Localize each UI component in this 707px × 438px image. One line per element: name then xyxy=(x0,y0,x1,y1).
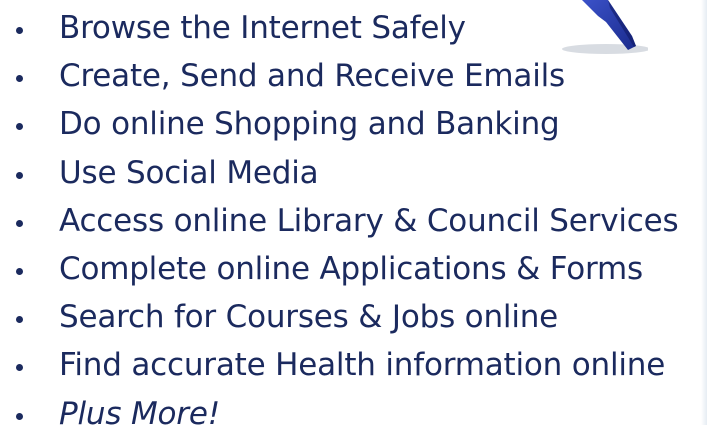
list-item-label: Create, Send and Receive Emails xyxy=(59,58,565,95)
list-item-label: Plus More! xyxy=(59,395,220,432)
bullet-icon xyxy=(16,27,23,35)
bullet-icon xyxy=(16,171,23,179)
list-item: Browse the Internet Safely xyxy=(0,4,707,52)
list-item: Create, Send and Receive Emails xyxy=(0,52,707,100)
bullet-icon xyxy=(16,412,23,420)
list-item: Find accurate Health information online xyxy=(0,341,707,389)
bullet-icon xyxy=(16,364,23,372)
bullet-icon xyxy=(16,316,23,324)
list-item-label: Search for Courses & Jobs online xyxy=(59,299,559,336)
list-item: Plus More! xyxy=(0,390,707,438)
bullet-icon xyxy=(16,219,23,227)
list-item: Do online Shopping and Banking xyxy=(0,100,707,148)
feature-list: Browse the Internet Safely Create, Send … xyxy=(0,4,707,438)
bullet-icon xyxy=(16,268,23,276)
list-item-label: Find accurate Health information online xyxy=(59,347,666,384)
list-item: Use Social Media xyxy=(0,149,707,197)
bullet-icon xyxy=(16,123,23,131)
list-item-label: Do online Shopping and Banking xyxy=(59,106,560,143)
list-item: Complete online Applications & Forms xyxy=(0,245,707,293)
list-item-label: Access online Library & Council Services xyxy=(59,202,679,239)
list-item: Access online Library & Council Services xyxy=(0,197,707,245)
bullet-icon xyxy=(16,75,23,83)
list-item: Search for Courses & Jobs online xyxy=(0,293,707,341)
list-item-label: Use Social Media xyxy=(59,154,319,191)
list-item-label: Complete online Applications & Forms xyxy=(59,250,643,287)
list-item-label: Browse the Internet Safely xyxy=(59,10,466,46)
